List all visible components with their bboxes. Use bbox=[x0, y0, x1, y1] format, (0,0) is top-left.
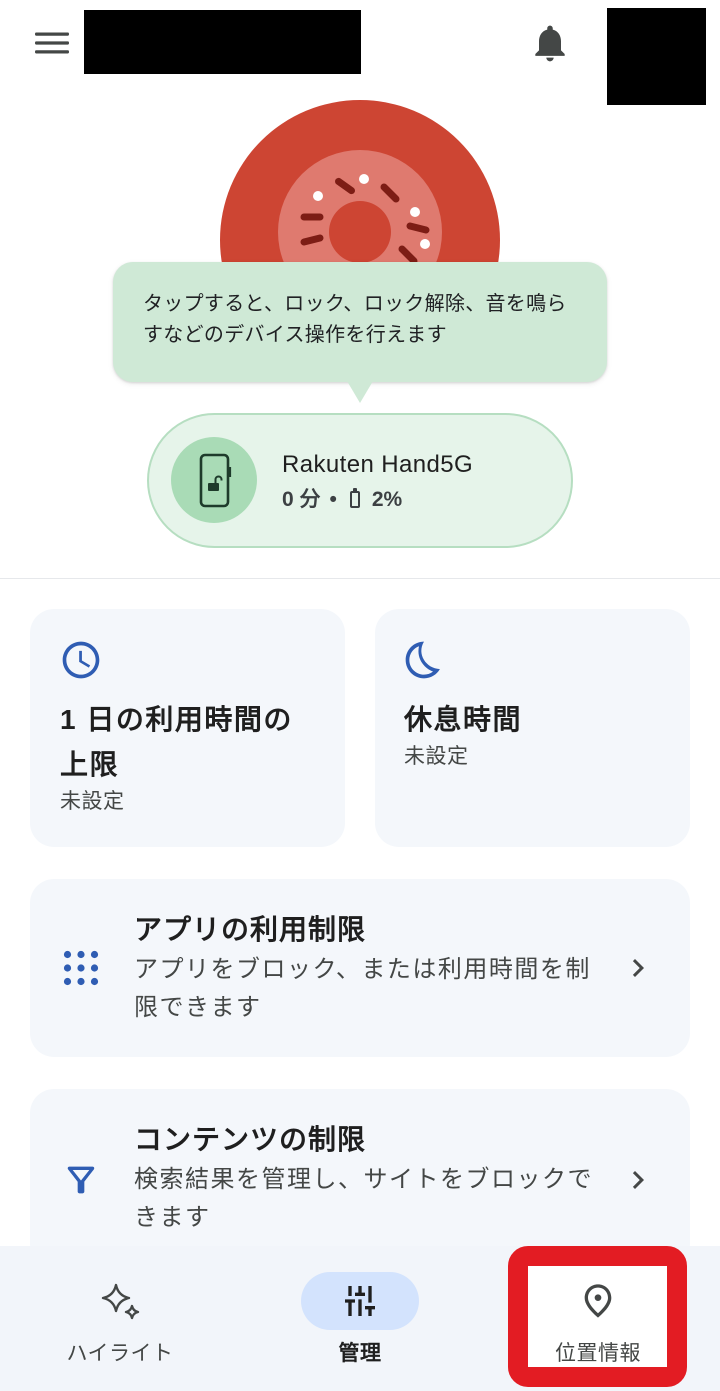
redacted-account-avatar[interactable] bbox=[607, 8, 706, 105]
downtime-status: 未設定 bbox=[404, 745, 469, 768]
nav-label-highlights: ハイライト bbox=[66, 1342, 174, 1365]
content-restrictions-description: 検索結果を管理し、サイトをブロックできます bbox=[134, 1166, 593, 1231]
section-divider bbox=[0, 578, 720, 579]
daily-limit-card[interactable]: 1 日の利用時間の上限 未設定 bbox=[30, 609, 345, 847]
device-name: Rakuten Hand5G bbox=[282, 451, 474, 478]
nav-tab-highlights[interactable]: ハイライト bbox=[0, 1246, 240, 1391]
content-restrictions-text: コンテンツの制限 検索結果を管理し、サイトをブロックできます bbox=[134, 1119, 610, 1237]
moon-icon bbox=[402, 638, 446, 682]
screen-time-today: 0 分 bbox=[282, 488, 321, 511]
app-limits-description: アプリをブロック、または利用時間を制限できます bbox=[134, 956, 591, 1021]
downtime-card[interactable]: 休息時間 未設定 bbox=[375, 609, 690, 847]
device-card[interactable]: Rakuten Hand5G 0 分 • 2% bbox=[147, 413, 573, 548]
nav-icon-container bbox=[61, 1272, 179, 1330]
device-controls-tooltip: タップすると、ロック、ロック解除、音を鳴らすなどのデバイス操作を行えます bbox=[113, 262, 607, 403]
app-limits-card[interactable]: アプリの利用制限 アプリをブロック、または利用時間を制限できます bbox=[30, 879, 690, 1057]
content-restrictions-card[interactable]: コンテンツの制限 検索結果を管理し、サイトをブロックできます bbox=[30, 1089, 690, 1267]
sliders-icon bbox=[345, 1286, 375, 1316]
filter-icon bbox=[61, 1160, 101, 1200]
device-icon-badge bbox=[171, 437, 257, 523]
nav-tab-location[interactable]: 位置情報 bbox=[478, 1246, 718, 1391]
tooltip-text: タップすると、ロック、ロック解除、音を鳴らすなどのデバイス操作を行えます bbox=[143, 293, 567, 346]
location-pin-icon bbox=[584, 1284, 612, 1318]
top-app-bar bbox=[0, 0, 720, 108]
tooltip-pointer bbox=[347, 381, 373, 403]
app-limits-text: アプリの利用制限 アプリをブロック、または利用時間を制限できます bbox=[134, 909, 610, 1027]
nav-label-location: 位置情報 bbox=[555, 1342, 641, 1365]
bottom-navigation-bar: ハイライト 管理 位置情報 bbox=[0, 1246, 720, 1391]
nav-label-manage: 管理 bbox=[338, 1342, 382, 1365]
family-link-manage-screen: タップすると、ロック、ロック解除、音を鳴らすなどのデバイス操作を行えます Rak… bbox=[0, 0, 720, 1391]
bell-icon bbox=[535, 25, 565, 62]
apps-grid-icon bbox=[61, 948, 101, 988]
notifications-button[interactable] bbox=[528, 21, 572, 65]
nav-selected-pill bbox=[301, 1272, 419, 1330]
nav-icon-container bbox=[539, 1272, 657, 1330]
device-status: 0 分 • 2% bbox=[282, 486, 402, 514]
sparkle-icon bbox=[101, 1283, 140, 1320]
chevron-right-icon bbox=[620, 950, 656, 986]
content-restrictions-title: コンテンツの制限 bbox=[134, 1124, 367, 1155]
menu-icon bbox=[35, 32, 69, 54]
downtime-title: 休息時間 bbox=[404, 704, 523, 735]
redacted-child-name bbox=[84, 10, 361, 74]
battery-level: 2% bbox=[371, 488, 403, 511]
daily-limit-text: 1 日の利用時間の上限 未設定 bbox=[60, 697, 315, 817]
daily-limit-title: 1 日の利用時間の上限 bbox=[60, 704, 293, 780]
status-separator: • bbox=[329, 488, 337, 511]
battery-icon bbox=[349, 488, 360, 508]
chevron-right-icon bbox=[620, 1162, 656, 1198]
daily-limit-status: 未設定 bbox=[60, 790, 125, 813]
phone-unlocked-icon bbox=[199, 453, 232, 508]
app-limits-title: アプリの利用制限 bbox=[134, 914, 367, 945]
downtime-text: 休息時間 未設定 bbox=[404, 697, 659, 772]
clock-icon bbox=[59, 638, 103, 682]
menu-button[interactable] bbox=[35, 31, 69, 55]
nav-tab-manage[interactable]: 管理 bbox=[240, 1246, 480, 1391]
